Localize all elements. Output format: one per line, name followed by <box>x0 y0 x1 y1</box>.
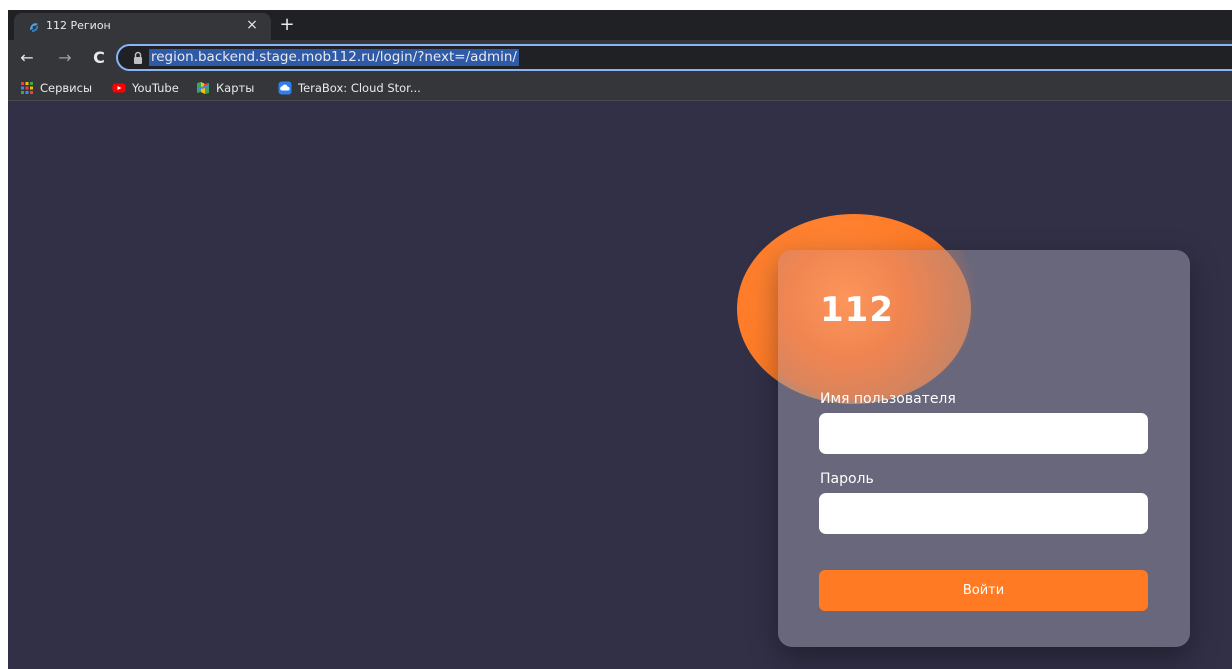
bookmark-terabox[interactable]: TeraBox: Cloud Stor... <box>278 79 421 97</box>
lock-icon[interactable] <box>132 51 144 65</box>
tab-close-icon[interactable]: × <box>243 16 261 34</box>
login-page: 112 Имя пользователя Пароль Войти <box>8 101 1232 669</box>
brand-logo-text: 112 <box>820 290 894 330</box>
tab-title: 112 Регион <box>46 19 111 32</box>
address-bar[interactable]: region.backend.stage.mob112.ru/login/?ne… <box>116 44 1232 71</box>
site-favicon-icon <box>27 20 41 34</box>
new-tab-button[interactable]: + <box>276 14 298 36</box>
bookmark-maps[interactable]: Карты <box>196 79 254 97</box>
browser-tab[interactable]: 112 Регион × <box>14 13 271 40</box>
bookmark-label: Сервисы <box>40 81 93 95</box>
maps-icon <box>196 81 210 95</box>
username-label: Имя пользователя <box>820 391 956 407</box>
browser-toolbar: ← → C region.backend.stage.mob112.ru/log… <box>8 40 1232 75</box>
login-card: 112 Имя пользователя Пароль Войти <box>778 250 1190 647</box>
password-label: Пароль <box>820 471 874 487</box>
bookmark-label: Карты <box>216 81 255 95</box>
browser-window: 112 Регион × + ← → C region.backend.stag… <box>8 10 1232 669</box>
bookmark-services[interactable]: Сервисы <box>20 79 92 97</box>
tab-strip: 112 Регион × + <box>8 10 1232 40</box>
bookmark-label: TeraBox: Cloud Stor... <box>298 81 421 95</box>
reload-button[interactable]: C <box>88 47 110 69</box>
terabox-icon <box>278 81 292 95</box>
password-input[interactable] <box>819 493 1148 534</box>
bookmarks-bar: Сервисы YouTube Карты TeraBox: Cloud Sto… <box>8 75 1232 101</box>
back-button[interactable]: ← <box>16 47 38 69</box>
url-text[interactable]: region.backend.stage.mob112.ru/login/?ne… <box>149 49 519 66</box>
username-input[interactable] <box>819 413 1148 454</box>
bookmark-label: YouTube <box>132 81 179 95</box>
login-button[interactable]: Войти <box>819 570 1148 611</box>
bookmark-youtube[interactable]: YouTube <box>112 79 179 97</box>
apps-grid-icon <box>20 81 34 95</box>
forward-button[interactable]: → <box>54 47 76 69</box>
youtube-icon <box>112 81 126 95</box>
